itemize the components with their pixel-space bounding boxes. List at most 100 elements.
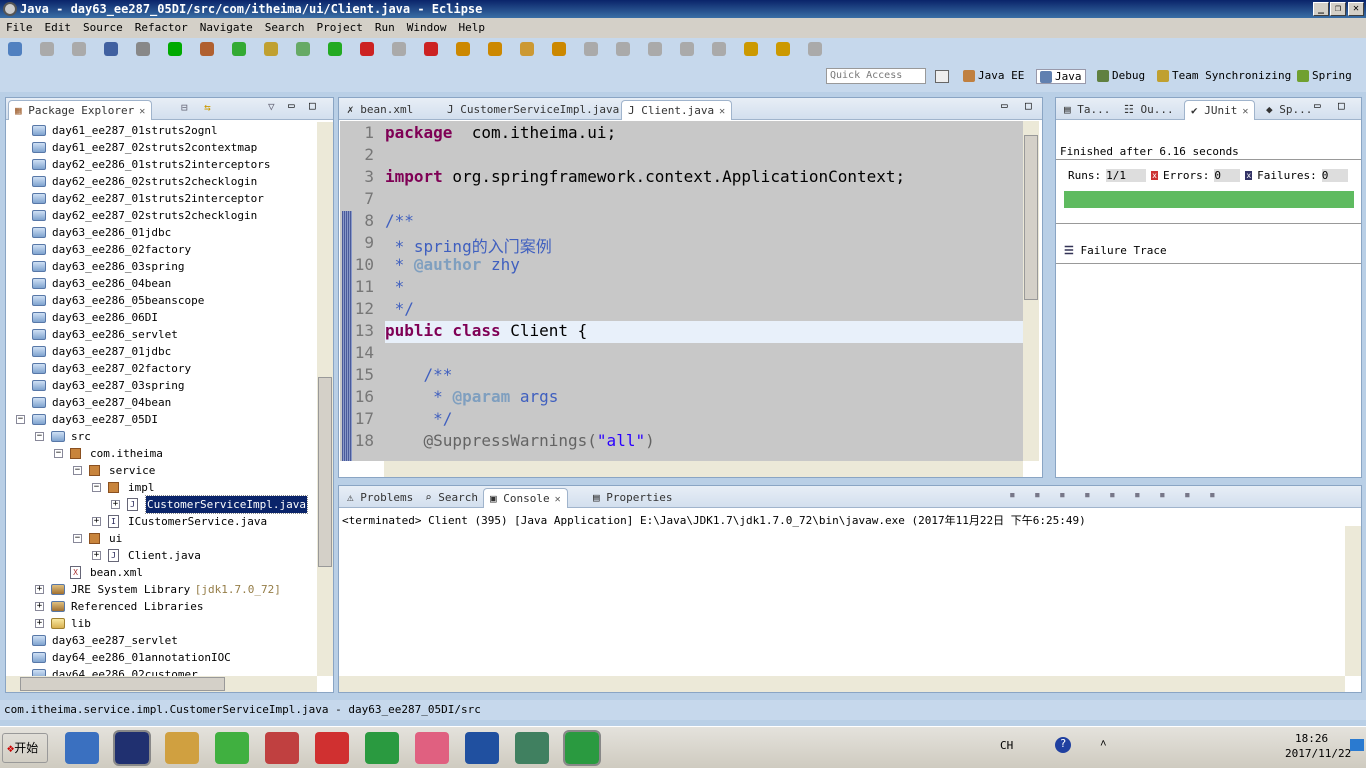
tree-item[interactable]: − com.itheima	[6, 445, 316, 462]
language-indicator[interactable]: CH	[1000, 739, 1013, 752]
tree-item[interactable]: + Referenced Libraries	[6, 598, 316, 615]
tab-properties[interactable]: ▤ Properties	[587, 488, 678, 508]
toolbar-icon-24[interactable]	[776, 42, 790, 56]
start-button[interactable]: ❖开始	[2, 733, 48, 763]
close-button[interactable]: ✕	[1348, 2, 1364, 16]
expand-icon[interactable]: +	[35, 619, 44, 628]
taskbar-app-4[interactable]	[265, 732, 299, 764]
tree-item[interactable]: day63_ee286_01jdbc	[6, 224, 316, 241]
taskbar-app-2[interactable]	[165, 732, 199, 764]
menu-project[interactable]: Project	[316, 18, 362, 38]
perspective-debug[interactable]: Debug	[1094, 69, 1148, 82]
menu-refactor[interactable]: Refactor	[135, 18, 188, 38]
toolbar-icon-21[interactable]	[680, 42, 694, 56]
close-icon[interactable]: ✕	[555, 494, 561, 505]
scroll-thumb[interactable]	[318, 377, 332, 567]
view-menu-icon[interactable]: ▽	[268, 100, 275, 113]
toolbar-icon-10[interactable]	[328, 42, 342, 56]
collapse-icon[interactable]: −	[73, 534, 82, 543]
tree-item[interactable]: day62_ee286_02struts2checklogin	[6, 173, 316, 190]
collapse-icon[interactable]: −	[16, 415, 25, 424]
toolbar-icon-25[interactable]	[808, 42, 822, 56]
menu-edit[interactable]: Edit	[45, 18, 72, 38]
tab-sp[interactable]: ◆ Sp...	[1260, 100, 1318, 120]
taskbar-app-3[interactable]	[215, 732, 249, 764]
tree-item[interactable]: − service	[6, 462, 316, 479]
minimize-button[interactable]: _	[1313, 2, 1329, 16]
display-console-icon[interactable]: ▪	[1184, 488, 1191, 501]
tab-package-explorer[interactable]: ▦ Package Explorer ✕	[8, 100, 153, 120]
tree-item[interactable]: − day63_ee287_05DI	[6, 411, 316, 428]
menu-file[interactable]: File	[6, 18, 33, 38]
toolbar-icon-13[interactable]	[424, 42, 438, 56]
toolbar-icon-18[interactable]	[584, 42, 598, 56]
toolbar-icon-16[interactable]	[520, 42, 534, 56]
tab-junit[interactable]: ✔ JUnit ✕	[1184, 100, 1256, 120]
close-icon[interactable]: ✕	[719, 106, 725, 117]
close-icon[interactable]: ✕	[139, 106, 145, 117]
code-area[interactable]: 1 package com.itheima.ui; 2 3 import org.spr…	[340, 121, 1023, 461]
tree-item[interactable]: − src	[6, 428, 316, 445]
show-hidden-icons[interactable]: ˄	[1100, 737, 1107, 751]
maximize-icon[interactable]: □	[1338, 99, 1345, 112]
close-icon[interactable]: ✕	[1242, 106, 1248, 117]
tree-item[interactable]: + JRE System Library [jdk1.7.0_72]	[6, 581, 316, 598]
help-icon[interactable]: ?	[1055, 737, 1071, 753]
console-hscrollbar[interactable]	[339, 676, 1345, 692]
toolbar-icon-8[interactable]	[264, 42, 278, 56]
minimize-icon[interactable]: ▭	[288, 99, 295, 112]
tree-item[interactable]: day63_ee286_06DI	[6, 309, 316, 326]
tree-item[interactable]: day64_ee286_01annotationIOC	[6, 649, 316, 666]
taskbar-app-8[interactable]	[465, 732, 499, 764]
collapse-all-icon[interactable]: ⊟	[181, 101, 188, 114]
tree-item[interactable]: day63_ee286_servlet	[6, 326, 316, 343]
horizontal-scrollbar[interactable]	[6, 676, 317, 692]
menu-search[interactable]: Search	[265, 18, 305, 38]
menu-source[interactable]: Source	[83, 18, 123, 38]
tree-item[interactable]: + lib	[6, 615, 316, 632]
word-wrap-icon[interactable]: ▪	[1134, 488, 1141, 501]
toolbar-icon-9[interactable]	[296, 42, 310, 56]
expand-icon[interactable]: +	[92, 551, 101, 560]
tab-customerserviceimpl-java[interactable]: J CustomerServiceImpl.java	[441, 100, 625, 120]
tree-item[interactable]: − ui	[6, 530, 316, 547]
tree-item[interactable]: day63_ee286_02factory	[6, 241, 316, 258]
tree-item[interactable]: day63_ee287_02factory	[6, 360, 316, 377]
toolbar-icon-2[interactable]	[72, 42, 86, 56]
tab-search[interactable]: ⌕ Search	[419, 488, 484, 508]
restore-button[interactable]: ❐	[1330, 2, 1346, 16]
taskbar-app-10[interactable]	[563, 730, 601, 766]
remove-all-icon[interactable]: ▪	[1059, 488, 1066, 501]
open-perspective-icon[interactable]	[935, 70, 949, 83]
tab-client-java[interactable]: J Client.java ✕	[621, 100, 733, 120]
collapse-icon[interactable]: −	[35, 432, 44, 441]
perspective-team-synchronizing[interactable]: Team Synchronizing	[1154, 69, 1294, 82]
minimize-icon[interactable]: ▭	[1314, 99, 1321, 112]
tree-item[interactable]: day63_ee286_05beanscope	[6, 292, 316, 309]
menu-navigate[interactable]: Navigate	[200, 18, 253, 38]
editor-hscrollbar[interactable]	[384, 461, 1023, 477]
tree-item[interactable]: day64_ee286_02customer	[6, 666, 316, 676]
link-editor-icon[interactable]: ⇆	[204, 101, 211, 114]
remove-launch-icon[interactable]: ▪	[1034, 488, 1041, 501]
toolbar-icon-22[interactable]	[712, 42, 726, 56]
tree-item[interactable]: Xbean.xml	[6, 564, 316, 581]
tab-bean-xml[interactable]: ✗ bean.xml	[341, 100, 419, 120]
collapse-icon[interactable]: −	[92, 483, 101, 492]
toolbar-icon-14[interactable]	[456, 42, 470, 56]
perspective-java[interactable]: Java	[1036, 69, 1086, 84]
toolbar-icon-0[interactable]	[8, 42, 22, 56]
vertical-scrollbar[interactable]	[317, 122, 333, 676]
tree-item[interactable]: day62_ee286_01struts2interceptors	[6, 156, 316, 173]
perspective-spring[interactable]: Spring	[1294, 69, 1355, 82]
expand-icon[interactable]: +	[35, 585, 44, 594]
tree-item[interactable]: + I ICustomerService.java	[6, 513, 316, 530]
expand-icon[interactable]: +	[111, 500, 120, 509]
taskbar-app-9[interactable]	[515, 732, 549, 764]
toolbar-icon-1[interactable]	[40, 42, 54, 56]
scroll-lock-icon[interactable]: ▪	[1109, 488, 1116, 501]
pin-console-icon[interactable]: ▪	[1159, 488, 1166, 501]
toolbar-icon-5[interactable]	[168, 42, 182, 56]
tree-item[interactable]: day62_ee287_02struts2checklogin	[6, 207, 316, 224]
tree-item[interactable]: + J CustomerServiceImpl.java	[6, 495, 316, 514]
